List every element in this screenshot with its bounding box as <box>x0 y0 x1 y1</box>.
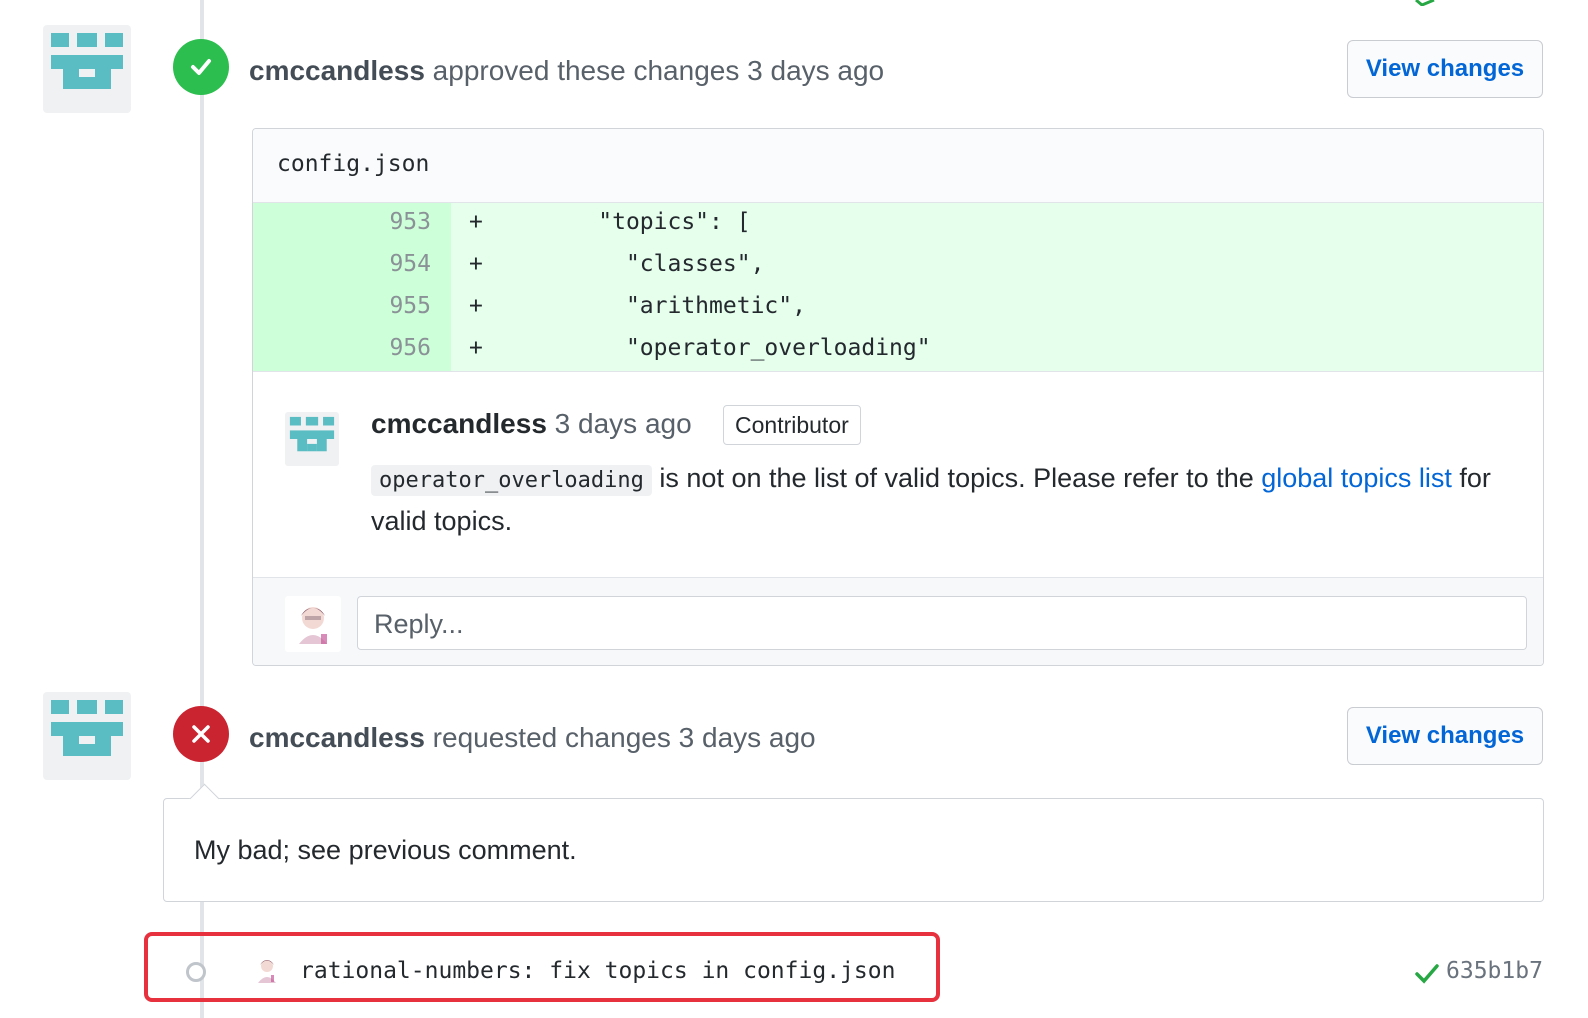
diff-hunk: 953 + "topics": [ 954 + "classes", 955 +… <box>253 203 1543 371</box>
event-time[interactable]: 3 days ago <box>747 55 884 86</box>
comment-header: cmccandless 3 days ago <box>371 408 692 440</box>
author-name[interactable]: cmccandless <box>249 722 425 753</box>
diff-code: + "classes", <box>469 251 765 277</box>
requested-changes-badge <box>173 706 229 762</box>
line-number[interactable]: 954 <box>253 251 451 277</box>
author-name[interactable]: cmccandless <box>371 408 547 439</box>
view-changes-button[interactable]: View changes <box>1347 40 1543 98</box>
diff-line: 953 + "topics": [ <box>253 203 1543 245</box>
event-action: requested changes <box>432 722 671 753</box>
avatar[interactable] <box>43 692 131 780</box>
check-icon <box>191 59 211 75</box>
diff-line: 955 + "arithmetic", <box>253 287 1543 329</box>
comment-time[interactable]: 3 days ago <box>555 408 692 439</box>
user-avatar[interactable] <box>285 596 341 652</box>
file-header: config.json <box>253 129 1543 203</box>
approved-badge <box>173 39 229 95</box>
reply-input[interactable]: Reply... <box>357 596 1527 650</box>
event-time[interactable]: 3 days ago <box>679 722 816 753</box>
speech-arrow <box>189 783 220 814</box>
commit-sha[interactable]: 635b1b7 <box>1446 958 1543 984</box>
review-body-text: My bad; see previous comment. <box>194 835 577 865</box>
identicon-icon <box>51 33 123 89</box>
author-name[interactable]: cmccandless <box>249 55 425 86</box>
identicon-icon <box>51 700 123 756</box>
approved-event-text: cmccandless approved these changes 3 day… <box>249 55 884 87</box>
line-number[interactable]: 955 <box>253 293 451 319</box>
diff-code: + "arithmetic", <box>469 293 806 319</box>
diff-line: 956 + "operator_overloading" <box>253 329 1543 371</box>
file-name[interactable]: config.json <box>277 151 429 177</box>
user-avatar-icon <box>299 607 327 644</box>
comment-avatar[interactable] <box>285 412 339 466</box>
commit-highlight <box>144 932 940 1002</box>
avatar[interactable] <box>43 25 131 113</box>
diff-code: + "operator_overloading" <box>469 335 931 361</box>
check-icon <box>1415 964 1439 984</box>
x-icon <box>192 725 210 743</box>
requested-changes-event-text: cmccandless requested changes 3 days ago <box>249 722 816 754</box>
reply-area: Reply... <box>253 577 1543 665</box>
inline-comment: cmccandless 3 days ago Contributor opera… <box>253 371 1543 577</box>
identicon-icon <box>289 416 335 452</box>
event-action: approved these changes <box>432 55 740 86</box>
inline-code: operator_overloading <box>371 465 652 496</box>
line-number[interactable]: 956 <box>253 335 451 361</box>
view-changes-button[interactable]: View changes <box>1347 707 1543 765</box>
review-comment-box: config.json 953 + "topics": [ 954 + "cla… <box>252 128 1544 666</box>
comment-text: is not on the list of valid topics. Plea… <box>651 463 1262 493</box>
line-number[interactable]: 953 <box>253 209 451 235</box>
contributor-label: Contributor <box>723 405 861 445</box>
review-body-box: My bad; see previous comment. <box>163 783 1544 902</box>
diff-code: + "topics": [ <box>469 209 751 235</box>
comment-body: operator_overloading is not on the list … <box>371 458 1511 542</box>
global-topics-link[interactable]: global topics list <box>1261 463 1452 493</box>
check-icon-partial <box>1415 0 1435 6</box>
diff-line: 954 + "classes", <box>253 245 1543 287</box>
